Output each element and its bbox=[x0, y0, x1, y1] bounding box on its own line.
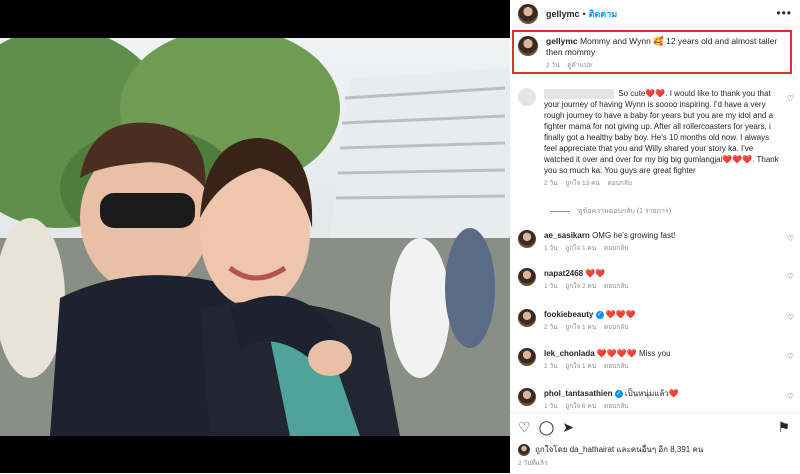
reply-button[interactable]: ตอบกลับ bbox=[604, 324, 628, 331]
view-replies-link[interactable]: ดูข้อความตอบกลับ (1 รายการ) bbox=[550, 206, 671, 217]
comment-item: lek_chonlada ❤️❤️❤️❤️ Miss you 2 วัน ถูก… bbox=[518, 348, 796, 371]
comment-likes[interactable]: ถูกใจ 1 คน bbox=[565, 245, 596, 252]
caption-text: Mommy and Wynn 🥰 12 years old and almost… bbox=[546, 36, 778, 57]
like-comment-heart-icon[interactable]: ♡ bbox=[787, 392, 794, 401]
caption-avatar[interactable] bbox=[518, 36, 538, 56]
post-sidebar: gellymc • ติดตาม ••• gellymc Mommy and W… bbox=[510, 0, 800, 473]
caption-username[interactable]: gellymc bbox=[546, 36, 578, 46]
comment-text: So cute❤️❤️. I would like to thank you t… bbox=[544, 89, 779, 175]
like-comment-heart-icon[interactable]: ♡ bbox=[787, 234, 794, 243]
comment-likes[interactable]: ถูกใจ 13 คน bbox=[565, 180, 600, 187]
view-replies-label: ดูข้อความตอบกลับ (1 รายการ) bbox=[578, 208, 672, 215]
save-icon[interactable]: ⚑ bbox=[777, 420, 790, 434]
commenter-username[interactable]: ae_sasikarn bbox=[544, 231, 590, 240]
reply-button[interactable]: ตอบกลับ bbox=[608, 180, 632, 187]
replies-line bbox=[550, 211, 570, 212]
comment-likes[interactable]: ถูกใจ 1 คน bbox=[565, 363, 596, 370]
comment-meta: 1 วัน ถูกใจ 1 คน ตอบกลับ bbox=[544, 243, 779, 253]
photo-illustration bbox=[0, 38, 510, 436]
heart-icon[interactable]: ♡ bbox=[518, 420, 531, 434]
comment-time: 1 วัน bbox=[544, 245, 558, 252]
post-caption: gellymc Mommy and Wynn 🥰 12 years old an… bbox=[518, 36, 788, 70]
commenter-avatar[interactable] bbox=[518, 88, 536, 106]
comment-likes[interactable]: ถูกใจ 1 คน bbox=[565, 324, 596, 331]
author-avatar[interactable] bbox=[518, 3, 538, 24]
comment-meta: 2 วัน ถูกใจ 1 คน ตอบกลับ bbox=[544, 322, 779, 332]
comment-time: 2 วัน bbox=[544, 363, 558, 370]
follow-button[interactable]: ติดตาม bbox=[589, 7, 618, 21]
comment-meta: 1 วัน ถูกใจ 6 คน ตอบกลับ bbox=[544, 401, 779, 411]
commenter-avatar[interactable] bbox=[518, 388, 536, 406]
blurred-username bbox=[544, 88, 614, 99]
comment-text: ❤️❤️ bbox=[585, 269, 606, 278]
separator-dot: • bbox=[582, 8, 586, 19]
commenter-username[interactable]: fookiebeauty bbox=[544, 310, 593, 319]
post-photo[interactable] bbox=[0, 38, 510, 436]
commenter-username[interactable]: napat2468 bbox=[544, 269, 583, 278]
comment-item: napat2468 ❤️❤️ 1 วัน ถูกใจ 2 คน ตอบกลับ … bbox=[518, 268, 796, 291]
like-comment-heart-icon[interactable]: ♡ bbox=[787, 313, 794, 322]
commenter-avatar[interactable] bbox=[518, 348, 536, 366]
reply-button[interactable]: ตอบกลับ bbox=[604, 245, 628, 252]
comment-text: เป็นหนุ่มแล้ว❤️ bbox=[624, 389, 679, 398]
comment-time: 2 วัน bbox=[544, 180, 558, 187]
commenter-username[interactable]: lek_chonlada bbox=[544, 349, 595, 358]
share-icon[interactable]: ➤ bbox=[562, 420, 574, 434]
comment-item: fookiebeauty ✓ ❤️❤️❤️ 2 วัน ถูกใจ 1 คน ต… bbox=[518, 309, 796, 332]
comment-likes[interactable]: ถูกใจ 2 คน bbox=[565, 283, 596, 290]
commenter-avatar[interactable] bbox=[518, 309, 536, 327]
author-username[interactable]: gellymc bbox=[546, 9, 580, 19]
comment-time: 1 วัน bbox=[544, 403, 558, 410]
comment-meta: 2 วัน ถูกใจ 1 คน ตอบกลับ bbox=[544, 361, 779, 371]
reply-button[interactable]: ตอบกลับ bbox=[604, 283, 628, 290]
like-comment-heart-icon[interactable]: ♡ bbox=[787, 272, 794, 281]
action-icons: ♡ ◯ ➤ bbox=[518, 420, 574, 434]
post-actions-bar: ♡ ◯ ➤ ⚑ ถูกใจโดย da_hathairat และคนอื่นๆ… bbox=[510, 412, 800, 474]
comment-time: 2 วัน bbox=[544, 324, 558, 331]
post-header: gellymc • ติดตาม ••• bbox=[510, 0, 800, 28]
media-pane bbox=[0, 0, 510, 473]
caption-meta: 2 วัน ดูคำแปล bbox=[546, 60, 788, 70]
commenter-avatar[interactable] bbox=[518, 230, 536, 248]
comment-text: ❤️❤️❤️ bbox=[605, 310, 636, 319]
comment-time: 1 วัน bbox=[544, 283, 558, 290]
more-options-icon[interactable]: ••• bbox=[776, 6, 792, 20]
like-comment-heart-icon[interactable]: ♡ bbox=[787, 94, 794, 103]
comment-item: ae_sasikarn OMG he's growing fast! 1 วัน… bbox=[518, 230, 796, 253]
commenter-avatar[interactable] bbox=[518, 268, 536, 286]
comment-item: phol_tantasathien ✓ เป็นหนุ่มแล้ว❤️ 1 วั… bbox=[518, 388, 796, 411]
likes-summary[interactable]: ถูกใจโดย da_hathairat และคนอื่นๆ อีก 8,3… bbox=[518, 443, 703, 456]
see-translation-link[interactable]: ดูคำแปล bbox=[567, 62, 592, 69]
comment-icon[interactable]: ◯ bbox=[539, 420, 555, 434]
likes-text: ถูกใจโดย da_hathairat และคนอื่นๆ อีก 8,3… bbox=[535, 445, 704, 454]
comment-meta: 1 วัน ถูกใจ 2 คน ตอบกลับ bbox=[544, 281, 779, 291]
comment-likes[interactable]: ถูกใจ 6 คน bbox=[565, 403, 596, 410]
post-time-ago: 2 วันที่แล้ว bbox=[518, 460, 548, 467]
comment-meta: 2 วัน ถูกใจ 13 คน ตอบกลับ bbox=[544, 178, 779, 188]
commenter-username[interactable]: phol_tantasathien bbox=[544, 389, 612, 398]
verified-icon: ✓ bbox=[595, 310, 604, 319]
liker-avatar bbox=[518, 443, 530, 456]
verified-icon: ✓ bbox=[614, 389, 623, 398]
comment-text: OMG he's growing fast! bbox=[592, 231, 676, 240]
like-comment-heart-icon[interactable]: ♡ bbox=[787, 352, 794, 361]
reply-button[interactable]: ตอบกลับ bbox=[604, 363, 628, 370]
reply-button[interactable]: ตอบกลับ bbox=[604, 403, 628, 410]
caption-time: 2 วัน bbox=[546, 62, 560, 69]
comment-text: ❤️❤️❤️❤️ Miss you bbox=[596, 349, 671, 358]
comment-item: So cute❤️❤️. I would like to thank you t… bbox=[518, 88, 796, 188]
